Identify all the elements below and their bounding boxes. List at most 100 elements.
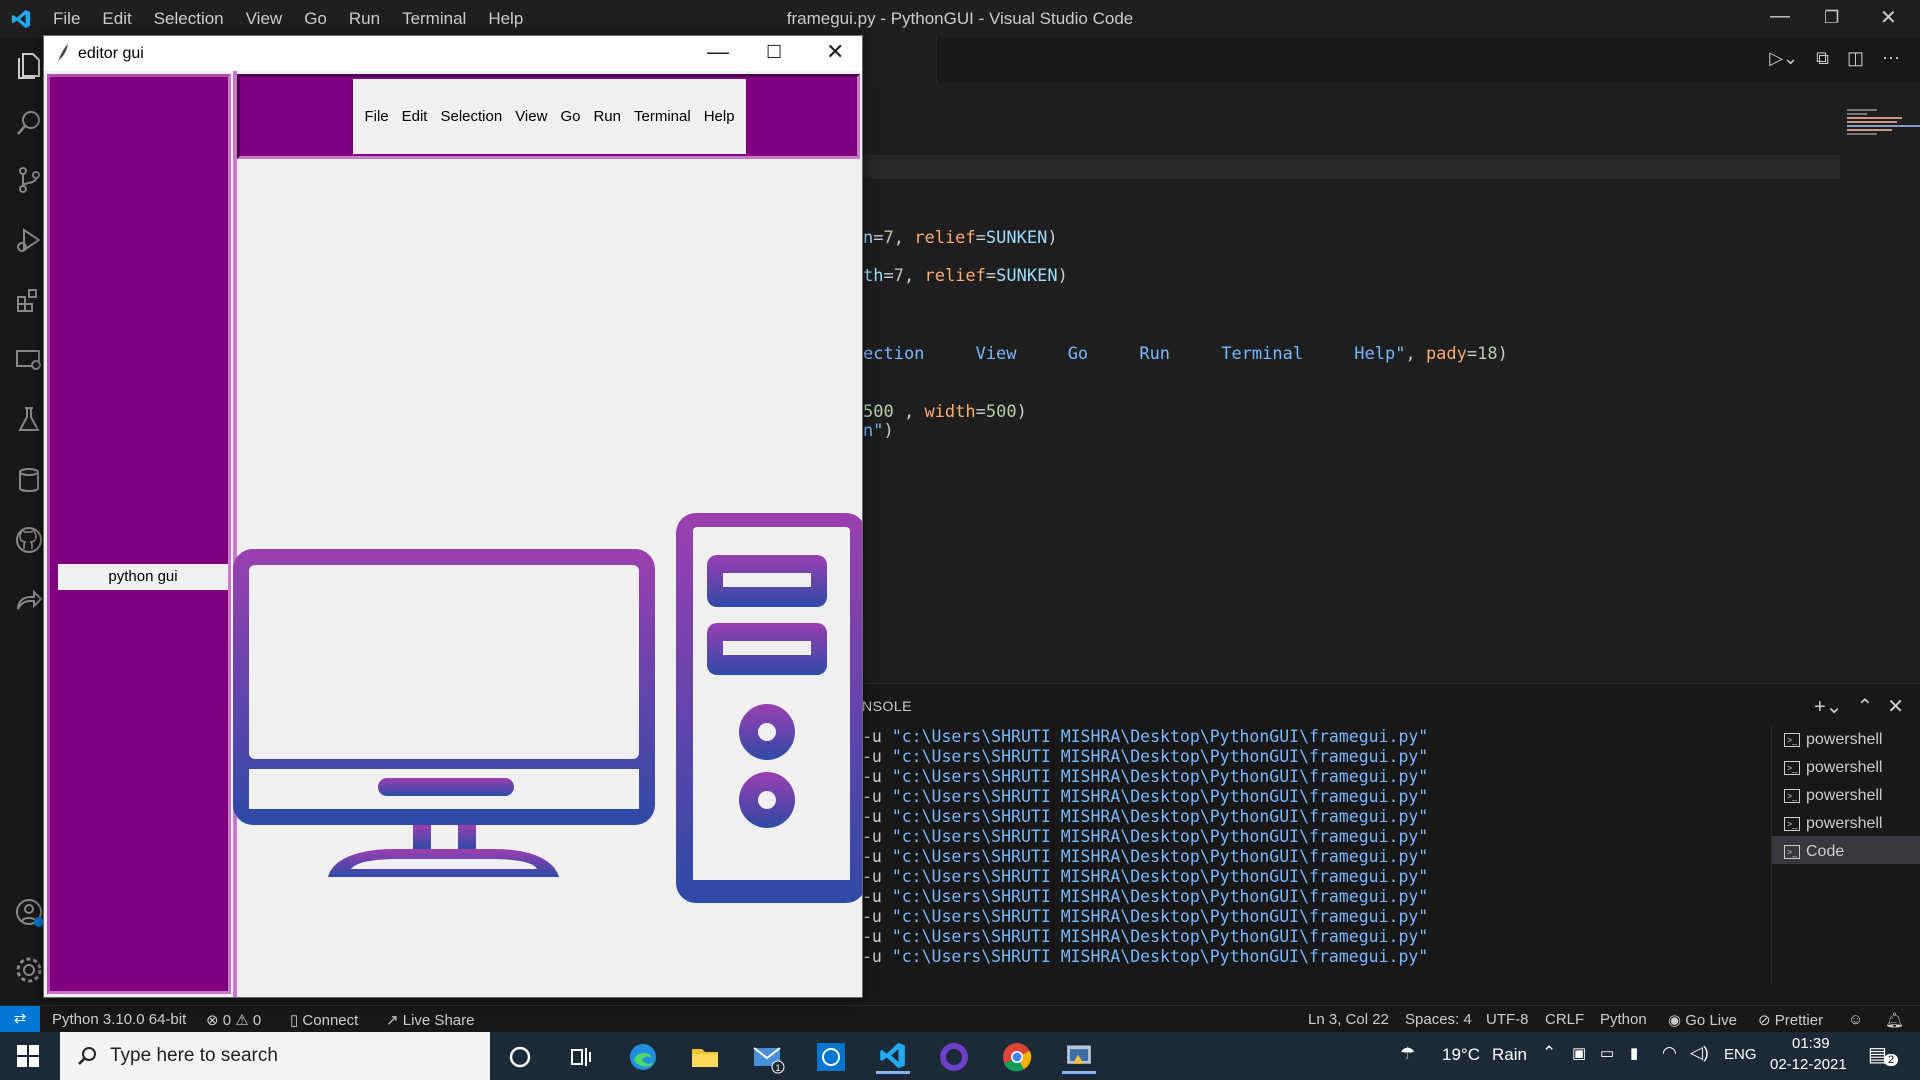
show-hidden-icons-icon[interactable]: ⌃ bbox=[1542, 1043, 1556, 1063]
testing-icon[interactable] bbox=[14, 405, 44, 435]
terminal-item[interactable]: >_ powershell bbox=[1772, 780, 1920, 808]
close-panel-icon[interactable]: ✕ bbox=[1887, 694, 1904, 719]
remote-indicator-icon[interactable]: ⇄ bbox=[0, 1006, 40, 1033]
status-indentation[interactable]: Spaces: 4 bbox=[1405, 1011, 1472, 1028]
code-token: ection View Go Run Terminal Help" bbox=[863, 344, 1406, 364]
minimize-icon[interactable]: — bbox=[1770, 5, 1790, 28]
terminal-line-path: "c:\Users\SHRUTI MISHRA\Desktop\PythonGU… bbox=[891, 727, 1429, 746]
status-go-live[interactable]: ◉ Go Live bbox=[1668, 1011, 1737, 1029]
live-share-icon[interactable] bbox=[14, 585, 44, 615]
code-line[interactable]: 500 , width=500) bbox=[863, 402, 1027, 422]
terminal-item-label: powershell bbox=[1806, 787, 1883, 804]
run-file-icon[interactable]: ▷⌄ bbox=[1769, 48, 1798, 69]
explorer-icon[interactable] bbox=[14, 50, 44, 80]
meet-now-icon[interactable]: ▣ bbox=[1572, 1044, 1586, 1062]
tk-maximize-icon[interactable]: ☐ bbox=[766, 42, 782, 63]
panel-title[interactable]: NSOLE bbox=[862, 698, 912, 714]
status-connect[interactable]: ▯ Connect bbox=[290, 1011, 358, 1029]
extensions-icon[interactable] bbox=[14, 285, 44, 315]
clock-date[interactable]: 02-12-2021 bbox=[1770, 1056, 1847, 1073]
code-line[interactable]: th=7, relief=SUNKEN) bbox=[863, 266, 1068, 286]
file-explorer-icon[interactable] bbox=[688, 1040, 722, 1074]
terminal-line-prefix: -u bbox=[862, 767, 892, 786]
search-icon[interactable] bbox=[14, 108, 44, 138]
terminal-line-path: "c:\Users\SHRUTI MISHRA\Desktop\PythonGU… bbox=[891, 947, 1429, 966]
split-editor-icon[interactable]: ◫ bbox=[1847, 48, 1864, 69]
terminal-item[interactable]: >_ powershell bbox=[1772, 808, 1920, 836]
github-icon[interactable] bbox=[14, 525, 44, 555]
current-line-highlight bbox=[857, 155, 1840, 179]
windows-taskbar: Type here to search 1 ☂ 19°C Rain ⌃ ▣ ▭ … bbox=[0, 1032, 1920, 1080]
terminal-line-path: "c:\Users\SHRUTI MISHRA\Desktop\PythonGU… bbox=[891, 907, 1429, 926]
terminal-line-prefix: -u bbox=[862, 907, 892, 926]
terminal-line-prefix: -u bbox=[862, 927, 892, 946]
code-token: = bbox=[975, 228, 986, 248]
go-live-label: Go Live bbox=[1685, 1012, 1737, 1029]
status-language[interactable]: Python bbox=[1600, 1011, 1647, 1028]
tk-minimize-icon[interactable]: — bbox=[707, 39, 729, 65]
cortana-icon[interactable] bbox=[503, 1040, 537, 1074]
weather-icon[interactable]: ☂ bbox=[1400, 1044, 1415, 1064]
task-view-icon[interactable] bbox=[563, 1040, 597, 1074]
terminal-item[interactable]: >_ powershell bbox=[1772, 752, 1920, 780]
windows-start-icon[interactable] bbox=[17, 1045, 39, 1067]
wifi-icon[interactable]: ◠ bbox=[1662, 1043, 1677, 1063]
mail-icon[interactable]: 1 bbox=[751, 1040, 785, 1074]
status-cursor-position[interactable]: Ln 3, Col 22 bbox=[1308, 1011, 1389, 1028]
volume-icon[interactable]: ◁) bbox=[1690, 1043, 1709, 1063]
tk-left-frame: python gui bbox=[47, 74, 231, 994]
settings-gear-icon[interactable] bbox=[14, 955, 44, 985]
code-line[interactable]: n=7, relief=SUNKEN) bbox=[863, 228, 1058, 248]
edge-browser-icon[interactable] bbox=[626, 1040, 660, 1074]
mail-badge: 1 bbox=[775, 1063, 780, 1073]
window-title: framegui.py - PythonGUI - Visual Studio … bbox=[786, 9, 1134, 28]
chrome-icon[interactable] bbox=[1000, 1040, 1034, 1074]
notifications-bell-icon[interactable]: 🔔︎ bbox=[1885, 1011, 1904, 1029]
status-live-share[interactable]: ↗ Live Share bbox=[386, 1011, 474, 1029]
status-eol[interactable]: CRLF bbox=[1545, 1011, 1584, 1028]
terminal-item[interactable]: >_ powershell bbox=[1772, 724, 1920, 752]
code-token: 7 bbox=[893, 266, 904, 286]
close-icon[interactable]: ✕ bbox=[1880, 5, 1897, 30]
clock-time[interactable]: 01:39 bbox=[1792, 1035, 1830, 1052]
code-token: ) bbox=[1047, 228, 1058, 248]
status-python-interpreter[interactable]: Python 3.10.0 64-bit bbox=[52, 1011, 186, 1028]
run-debug-icon[interactable] bbox=[14, 225, 44, 255]
github-desktop-icon[interactable] bbox=[937, 1040, 971, 1074]
vscode-taskbar-icon[interactable] bbox=[876, 1040, 910, 1074]
vscode-titlebar: File Edit Selection View Go Run Terminal… bbox=[0, 0, 1920, 37]
more-actions-icon[interactable]: ⋯ bbox=[1882, 48, 1900, 69]
language-indicator[interactable]: ENG bbox=[1724, 1046, 1757, 1063]
code-line[interactable]: ection View Go Run Terminal Help", pady=… bbox=[863, 344, 1508, 364]
minimap[interactable] bbox=[1847, 107, 1920, 147]
maximize-panel-icon[interactable]: ⌃ bbox=[1856, 694, 1873, 719]
terminal-line: -u "c:\Users\SHRUTI MISHRA\Desktop\Pytho… bbox=[862, 827, 1428, 846]
terminal-item-active[interactable]: >_ Code bbox=[1772, 836, 1920, 864]
weather-desc[interactable]: Rain bbox=[1492, 1045, 1527, 1065]
taskbar-search-box[interactable]: Type here to search bbox=[60, 1032, 490, 1080]
display-icon[interactable]: ▭ bbox=[1600, 1044, 1614, 1062]
tk-titlebar[interactable]: editor gui — ☐ ✕ bbox=[44, 36, 862, 71]
battery-icon[interactable]: ▮ bbox=[1630, 1044, 1638, 1062]
database-icon[interactable] bbox=[14, 465, 44, 495]
tk-feather-icon bbox=[58, 44, 68, 62]
dell-app-icon[interactable] bbox=[814, 1040, 848, 1074]
source-control-icon[interactable] bbox=[14, 165, 44, 195]
open-preview-icon[interactable]: ⧉ bbox=[1816, 48, 1829, 69]
code-line[interactable]: n") bbox=[863, 421, 894, 441]
status-prettier[interactable]: ⊘ Prettier bbox=[1758, 1011, 1823, 1029]
restore-icon[interactable]: ❐ bbox=[1824, 8, 1839, 28]
accounts-icon[interactable] bbox=[14, 897, 44, 927]
new-terminal-icon[interactable]: +⌄ bbox=[1814, 694, 1842, 719]
terminal-line-path: "c:\Users\SHRUTI MISHRA\Desktop\PythonGU… bbox=[891, 887, 1429, 906]
status-problems[interactable]: ⊗ 0 ⚠ 0 bbox=[206, 1011, 261, 1029]
terminal-item-label: powershell bbox=[1806, 731, 1883, 748]
weather-temp[interactable]: 19°C bbox=[1442, 1045, 1480, 1065]
feedback-icon[interactable]: ☺ bbox=[1848, 1011, 1863, 1028]
remote-explorer-icon[interactable] bbox=[14, 345, 44, 375]
status-encoding[interactable]: UTF-8 bbox=[1486, 1011, 1529, 1028]
tk-body: python gui File Edit Selection View Go R… bbox=[44, 71, 862, 997]
python-tk-icon[interactable] bbox=[1062, 1040, 1096, 1074]
tk-close-icon[interactable]: ✕ bbox=[826, 39, 844, 65]
tk-menu-text-selection: Selection bbox=[440, 108, 503, 125]
